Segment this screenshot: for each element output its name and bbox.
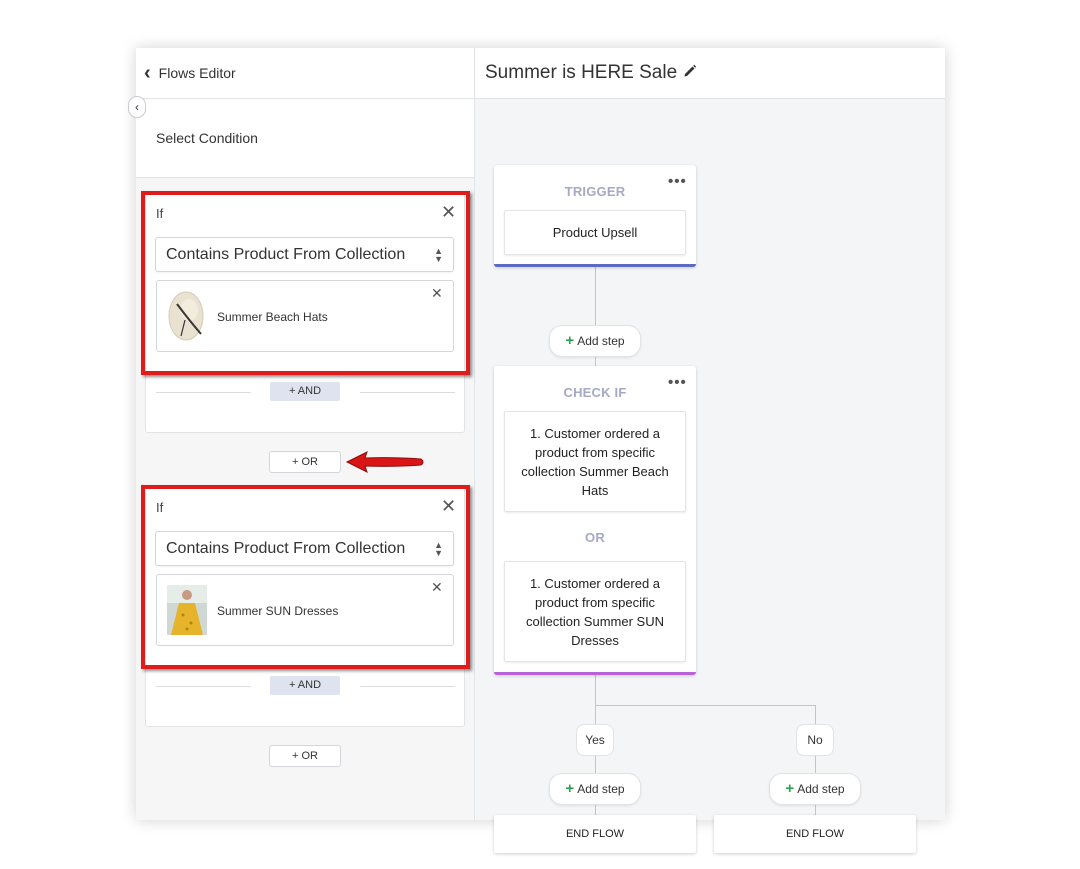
close-icon[interactable]: ✕ bbox=[431, 580, 443, 594]
connector-line bbox=[815, 705, 816, 725]
end-flow-node[interactable]: END FLOW bbox=[714, 815, 916, 853]
left-header: ‹ Flows Editor bbox=[136, 48, 474, 99]
connector-line bbox=[595, 267, 596, 331]
check-or-label: OR bbox=[585, 530, 605, 545]
close-icon[interactable]: ✕ bbox=[441, 203, 456, 221]
hat-thumbnail bbox=[165, 290, 207, 342]
add-step-label: Add step bbox=[797, 782, 845, 796]
condition-select[interactable]: Contains Product From Collection ▲ ▼ bbox=[155, 531, 454, 566]
close-icon[interactable]: ✕ bbox=[431, 286, 443, 300]
plus-icon: + bbox=[565, 780, 575, 797]
if-label: If bbox=[156, 206, 164, 221]
add-step-label: Add step bbox=[577, 334, 625, 348]
collapse-handle[interactable]: ‹ bbox=[128, 96, 146, 118]
branch-yes: Yes bbox=[576, 724, 614, 756]
close-icon[interactable]: ✕ bbox=[441, 497, 456, 515]
collection-name: Summer Beach Hats bbox=[217, 310, 328, 324]
flow-header: Summer is HERE Sale bbox=[475, 48, 945, 99]
connector-line bbox=[595, 675, 596, 725]
add-or-button[interactable]: + OR bbox=[269, 451, 341, 473]
left-panel: ‹ Flows Editor Select Condition If ✕ Con… bbox=[136, 48, 475, 820]
select-condition-label: Select Condition bbox=[156, 130, 258, 146]
collection-name: Summer SUN Dresses bbox=[217, 604, 339, 618]
add-step-label: Add step bbox=[577, 782, 625, 796]
connector-line bbox=[815, 755, 816, 775]
more-dots-icon[interactable]: ••• bbox=[668, 173, 687, 190]
add-step-button[interactable]: + Add step bbox=[769, 773, 861, 805]
connector-line bbox=[595, 705, 815, 706]
pencil-icon[interactable] bbox=[683, 62, 697, 84]
add-and-button[interactable]: + AND bbox=[270, 382, 340, 401]
connector-line bbox=[595, 755, 596, 775]
select-arrows-icon: ▲ ▼ bbox=[434, 245, 443, 264]
back-label: Flows Editor bbox=[158, 65, 236, 81]
add-step-button[interactable]: + Add step bbox=[549, 325, 641, 357]
flow-editor-window: ‹ Flows Editor Select Condition If ✕ Con… bbox=[128, 48, 945, 853]
dress-thumbnail bbox=[167, 585, 207, 635]
flow-title: Summer is HERE Sale bbox=[485, 62, 697, 84]
arrow-icon bbox=[345, 449, 425, 475]
trigger-item[interactable]: Product Upsell bbox=[504, 210, 686, 255]
branch-no: No bbox=[796, 724, 834, 756]
select-arrows-icon: ▲ ▼ bbox=[434, 539, 443, 558]
add-or-button[interactable]: + OR bbox=[269, 745, 341, 767]
if-label: If bbox=[156, 500, 164, 515]
check-if-title: CHECK IF bbox=[563, 385, 627, 400]
more-dots-icon[interactable]: ••• bbox=[668, 374, 687, 391]
flow-canvas: TRIGGER ••• Product Upsell + Add step CHE… bbox=[475, 99, 945, 853]
check-condition-2[interactable]: 1. Customer ordered a product from speci… bbox=[504, 561, 686, 662]
add-and-button[interactable]: + AND bbox=[270, 676, 340, 695]
add-step-button[interactable]: + Add step bbox=[549, 773, 641, 805]
check-condition-1[interactable]: 1. Customer ordered a product from speci… bbox=[504, 411, 686, 512]
condition-select-value: Contains Product From Collection bbox=[166, 245, 406, 263]
divider bbox=[156, 686, 251, 687]
divider bbox=[360, 686, 455, 687]
plus-icon: + bbox=[785, 780, 795, 797]
divider bbox=[360, 392, 455, 393]
back-to-flows-editor[interactable]: ‹ Flows Editor bbox=[144, 62, 236, 84]
plus-icon: + bbox=[565, 332, 575, 349]
condition-select[interactable]: Contains Product From Collection ▲ ▼ bbox=[155, 237, 454, 272]
flow-title-text: Summer is HERE Sale bbox=[485, 62, 678, 83]
end-flow-node[interactable]: END FLOW bbox=[494, 815, 696, 853]
condition-select-value: Contains Product From Collection bbox=[166, 539, 406, 557]
divider bbox=[156, 392, 251, 393]
chevron-left-icon: ‹ bbox=[144, 62, 151, 84]
trigger-title: TRIGGER bbox=[564, 184, 626, 199]
